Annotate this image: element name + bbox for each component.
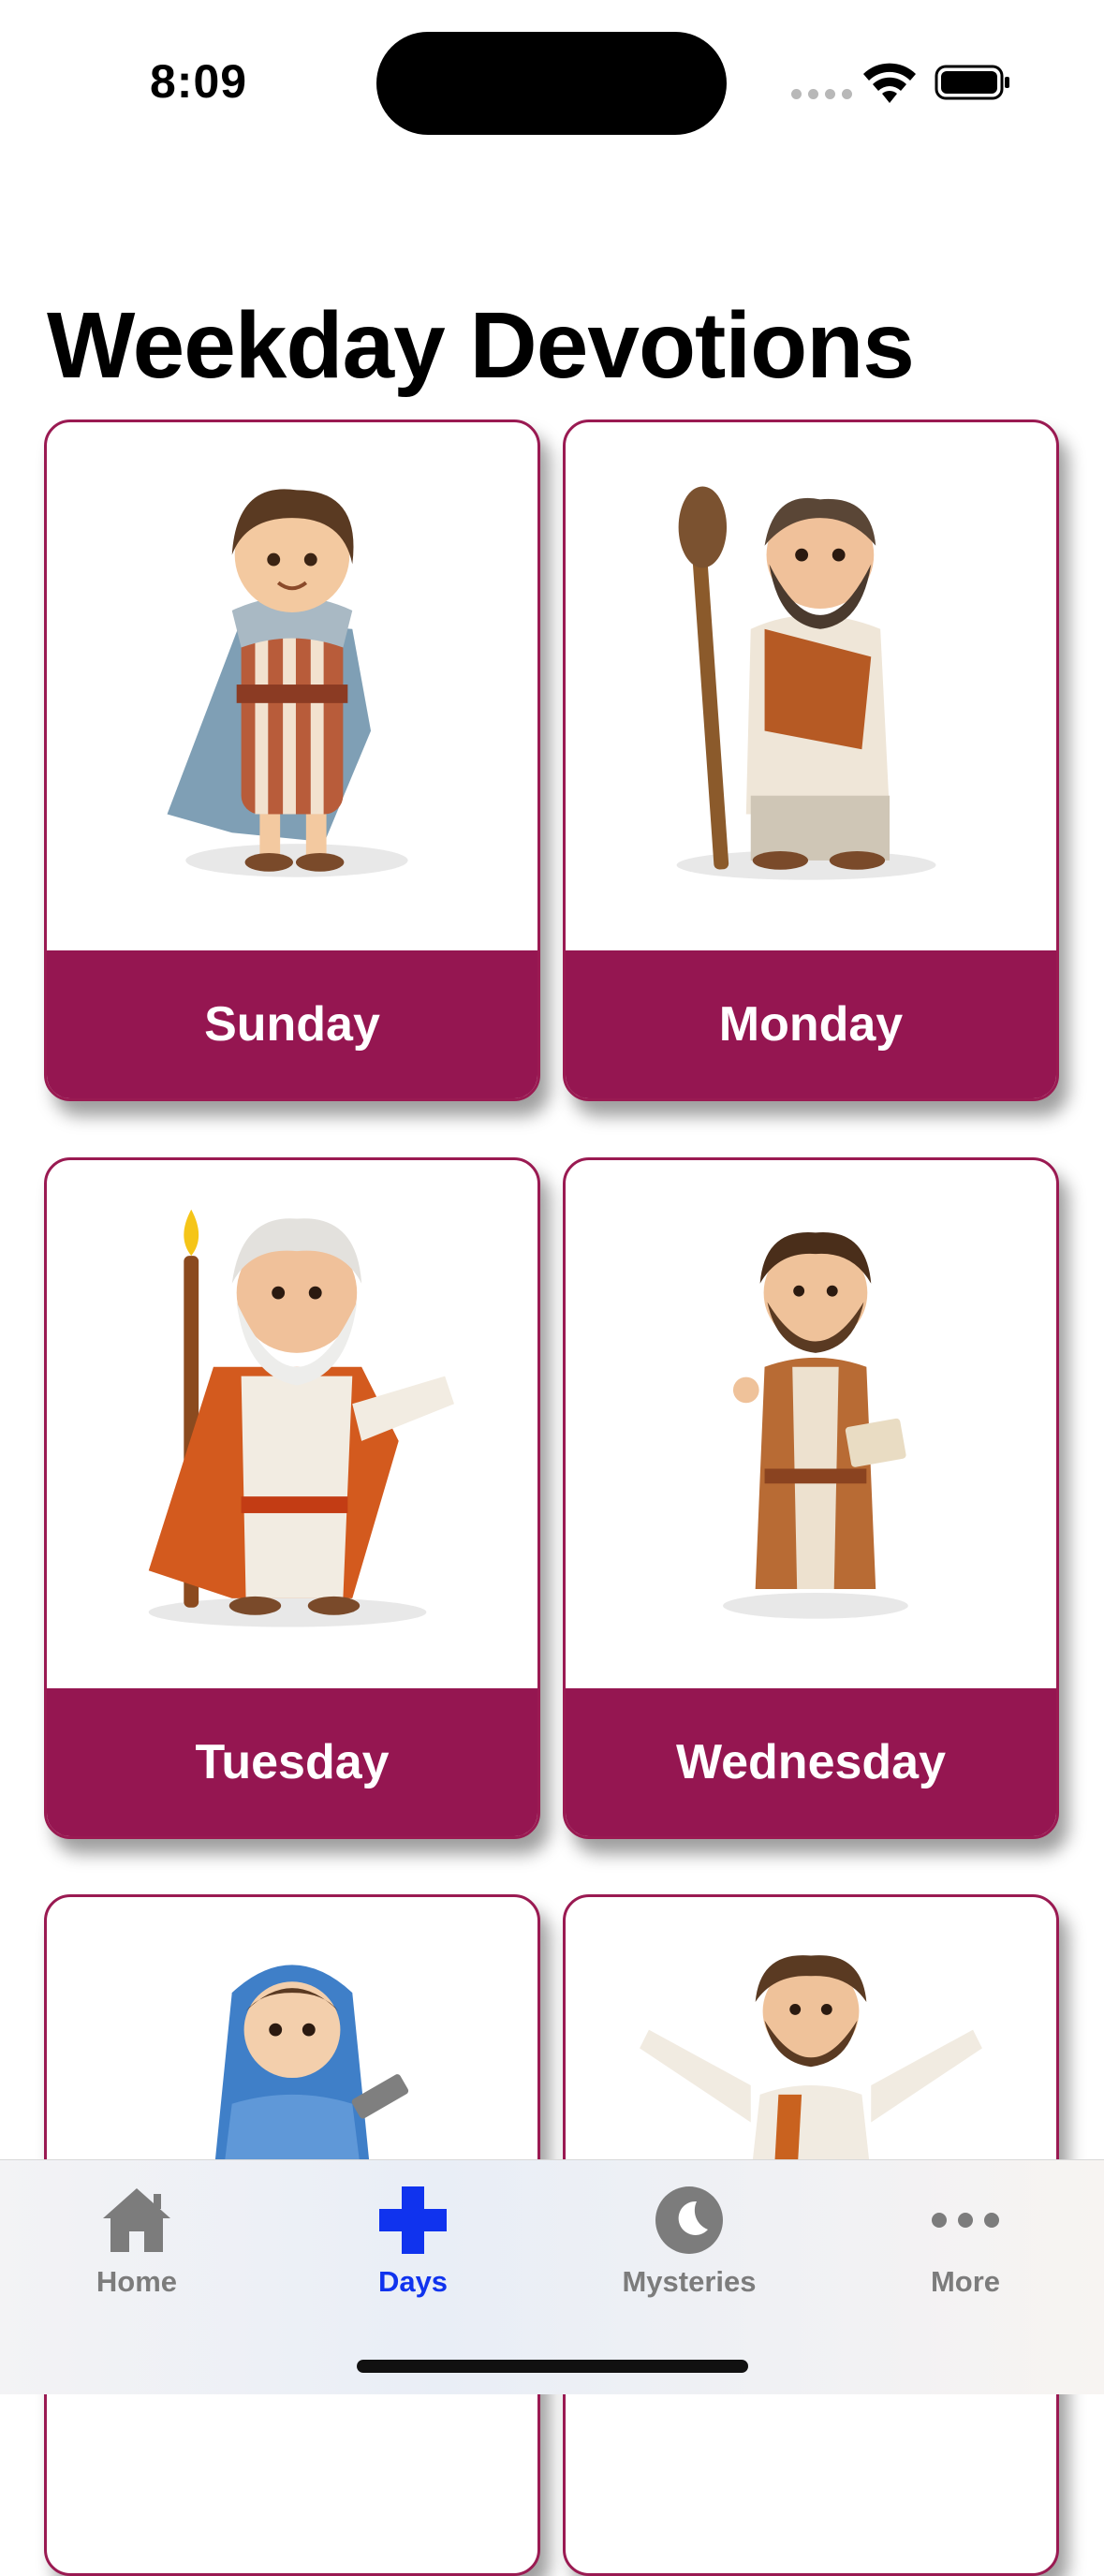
dynamic-island [376, 32, 727, 135]
card-label: Wednesday [675, 1735, 947, 1789]
card-label-bar: Tuesday [47, 1688, 537, 1836]
plus-icon [379, 2186, 447, 2254]
card-sunday[interactable]: Sunday [44, 420, 540, 1101]
tab-label: Days [377, 2265, 449, 2298]
home-icon [103, 2188, 170, 2252]
man-holding-book-illustration [723, 1231, 908, 1619]
card-label-bar: Sunday [47, 950, 537, 1098]
tab-mysteries[interactable]: Mysteries [586, 2160, 792, 2319]
card-label: Monday [718, 997, 904, 1052]
tab-home[interactable]: Home [34, 2160, 240, 2319]
tab-label: Mysteries [622, 2265, 757, 2298]
card-wednesday[interactable]: Wednesday [563, 1157, 1059, 1839]
home-indicator[interactable] [357, 2360, 748, 2373]
status-bar: 8:09 [0, 0, 1104, 150]
wifi-icon [863, 63, 916, 103]
tab-label: Home [96, 2265, 178, 2298]
card-label: Tuesday [195, 1735, 390, 1789]
tab-more[interactable]: More [862, 2160, 1068, 2319]
cellular-signal-icon [791, 89, 852, 99]
more-icon [932, 2213, 999, 2228]
card-label: Sunday [204, 997, 380, 1052]
battery-icon [935, 65, 1009, 100]
tab-days[interactable]: Days [310, 2160, 516, 2319]
tab-label: More [930, 2265, 1001, 2298]
moon-icon [655, 2186, 723, 2254]
status-time: 8:09 [150, 55, 248, 108]
card-tuesday[interactable]: Tuesday [44, 1157, 540, 1839]
young-boy-robe-illustration [167, 489, 408, 877]
card-label-bar: Wednesday [566, 1688, 1056, 1836]
elder-moses-staff-illustration [148, 1209, 455, 1627]
card-label-bar: Monday [566, 950, 1056, 1098]
card-monday[interactable]: Monday [563, 420, 1059, 1101]
page-title: Weekday Devotions [47, 293, 915, 398]
bearded-man-staff-illustration [676, 486, 936, 880]
